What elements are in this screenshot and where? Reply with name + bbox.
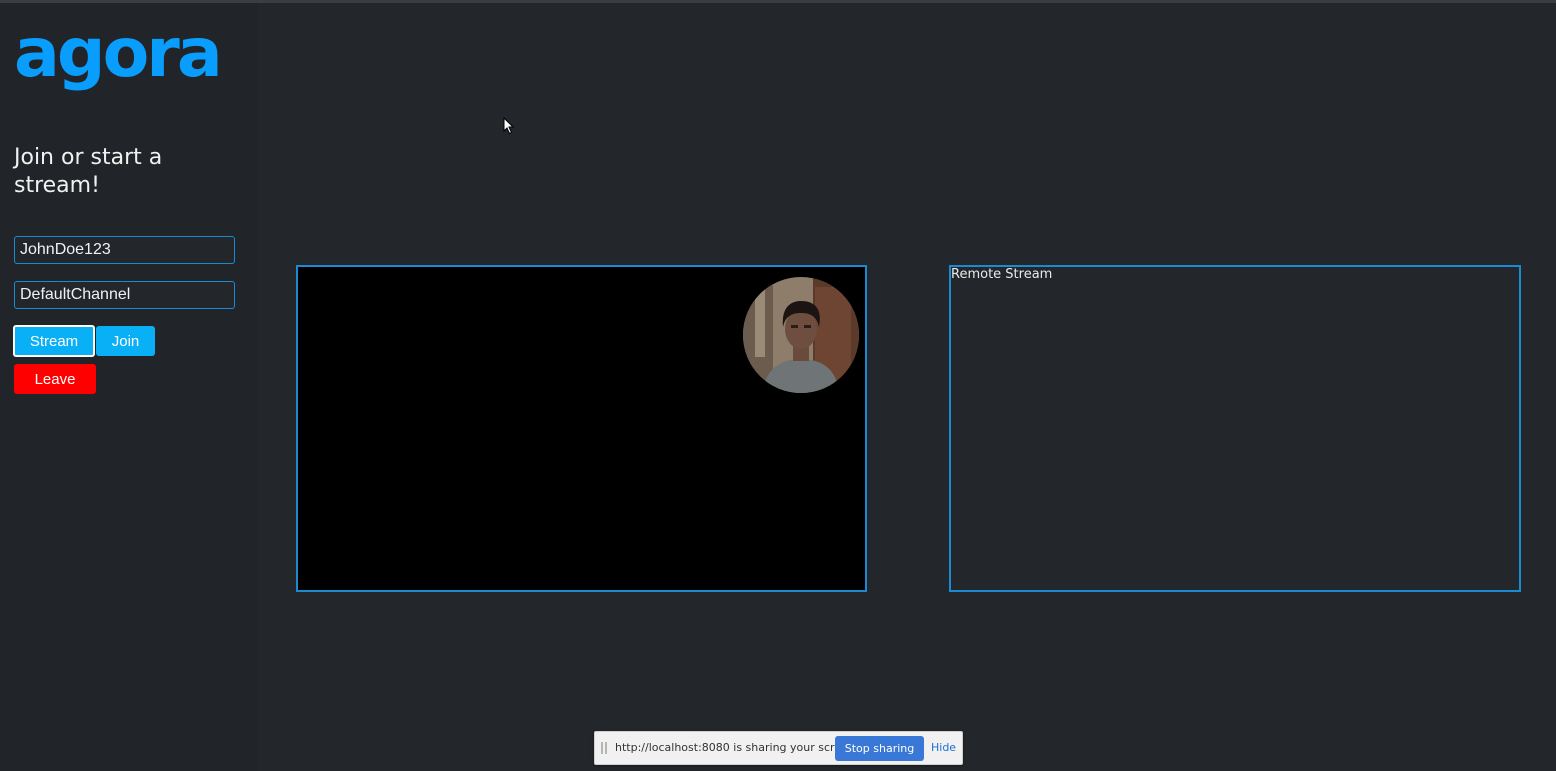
mouse-cursor-icon (503, 117, 515, 135)
sidebar: agora Join or start a stream! Stream Joi… (0, 3, 258, 771)
agora-logo: agora (14, 20, 223, 93)
stream-button[interactable]: Stream (13, 325, 95, 357)
screen-share-notification-bar: http://localhost:8080 is sharing your sc… (594, 731, 963, 765)
local-stream-container (296, 265, 867, 592)
page-heading: Join or start a stream! (14, 145, 163, 198)
stop-sharing-button[interactable]: Stop sharing (835, 736, 924, 761)
logo-text: agora (14, 20, 220, 93)
join-button[interactable]: Join (96, 326, 155, 356)
webcam-feed-image (743, 277, 859, 393)
remote-stream-container: Remote Stream (949, 265, 1521, 592)
hide-link[interactable]: Hide (931, 741, 956, 754)
drag-handle-icon[interactable] (601, 742, 607, 754)
username-input[interactable] (14, 236, 235, 264)
leave-button[interactable]: Leave (14, 364, 96, 394)
remote-stream-label: Remote Stream (951, 267, 1053, 282)
local-video-avatar (743, 277, 859, 393)
channel-input[interactable] (14, 281, 235, 309)
share-message: http://localhost:8080 is sharing your sc… (615, 741, 859, 754)
